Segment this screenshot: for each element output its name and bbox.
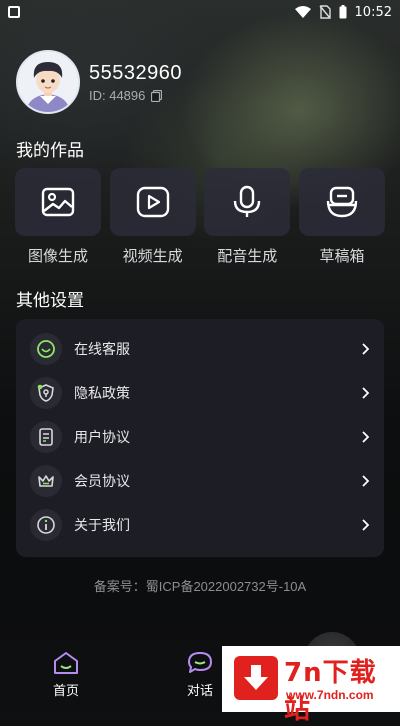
wifi-icon: [294, 6, 311, 18]
user-id-text: ID: 44896: [89, 88, 146, 103]
work-video-generation[interactable]: 视频生成: [109, 168, 197, 266]
copy-icon[interactable]: [151, 89, 163, 102]
work-label: 草稿箱: [319, 247, 365, 265]
status-bar: 10:52: [0, 0, 400, 24]
work-tile[interactable]: [298, 168, 385, 236]
settings-item-member-agreement[interactable]: 会员协议: [16, 459, 384, 503]
settings-item-customer-service[interactable]: 在线客服: [16, 327, 384, 371]
settings-item-label: 隐私政策: [74, 386, 130, 402]
settings-title: 其他设置: [16, 291, 84, 311]
work-label: 视频生成: [122, 247, 183, 265]
download-arrow-icon: [234, 656, 278, 700]
notification-icon: [8, 6, 20, 18]
settings-item-about-us[interactable]: 关于我们: [16, 503, 384, 547]
info-icon: [37, 516, 55, 534]
chevron-right-icon: [362, 343, 370, 355]
settings-item-privacy-policy[interactable]: 隐私政策: [16, 371, 384, 415]
work-tile[interactable]: [15, 168, 101, 236]
work-label: 配音生成: [217, 247, 278, 265]
chat-bubble-icon: [188, 652, 212, 673]
home-icon: [54, 652, 78, 674]
tab-chat[interactable]: 对话: [170, 650, 230, 699]
avatar[interactable]: [16, 50, 80, 114]
settings-item-label: 用户协议: [74, 430, 130, 446]
work-drafts[interactable]: 草稿箱: [298, 168, 386, 266]
drafts-box-icon: [326, 186, 358, 218]
microphone-icon: [234, 185, 261, 217]
battery-icon: [339, 5, 347, 19]
work-label: 图像生成: [27, 247, 88, 265]
works-title: 我的作品: [16, 141, 84, 161]
chevron-right-icon: [362, 475, 370, 487]
settings-card: 在线客服 隐私政策 用户协议 会员协议 关于我们: [16, 319, 384, 557]
video-play-icon: [136, 186, 169, 218]
work-tile[interactable]: [204, 168, 291, 236]
work-voice-generation[interactable]: 配音生成: [203, 168, 291, 266]
tab-home[interactable]: 首页: [36, 650, 96, 699]
crown-icon: [38, 475, 54, 487]
chevron-right-icon: [362, 387, 370, 399]
settings-item-user-agreement[interactable]: 用户协议: [16, 415, 384, 459]
image-icon: [41, 187, 75, 217]
icp-record: 备案号：蜀ICP备2022002732号-10A: [93, 579, 307, 594]
no-sim-icon: [318, 5, 331, 19]
customer-service-icon: [37, 340, 55, 358]
status-time: 10:52: [354, 4, 392, 20]
work-image-generation[interactable]: 图像生成: [14, 168, 102, 266]
user-id: ID: 44896: [89, 88, 163, 103]
download-site-watermark: 7n下载站 www.7ndn.com: [222, 646, 400, 725]
work-tile[interactable]: [109, 168, 196, 236]
settings-item-label: 关于我们: [74, 518, 130, 534]
settings-item-label: 会员协议: [74, 474, 130, 490]
works-grid: 图像生成 视频生成 配音生成 草稿箱: [14, 168, 386, 266]
privacy-shield-icon: [37, 384, 54, 402]
chevron-right-icon: [362, 519, 370, 531]
tab-label: 对话: [186, 684, 213, 699]
document-icon: [39, 428, 53, 446]
chevron-right-icon: [362, 431, 370, 443]
tab-label: 首页: [52, 684, 79, 699]
watermark-url: www.7ndn.com: [286, 688, 374, 702]
settings-item-label: 在线客服: [74, 342, 130, 358]
username: 55532960: [89, 62, 182, 84]
